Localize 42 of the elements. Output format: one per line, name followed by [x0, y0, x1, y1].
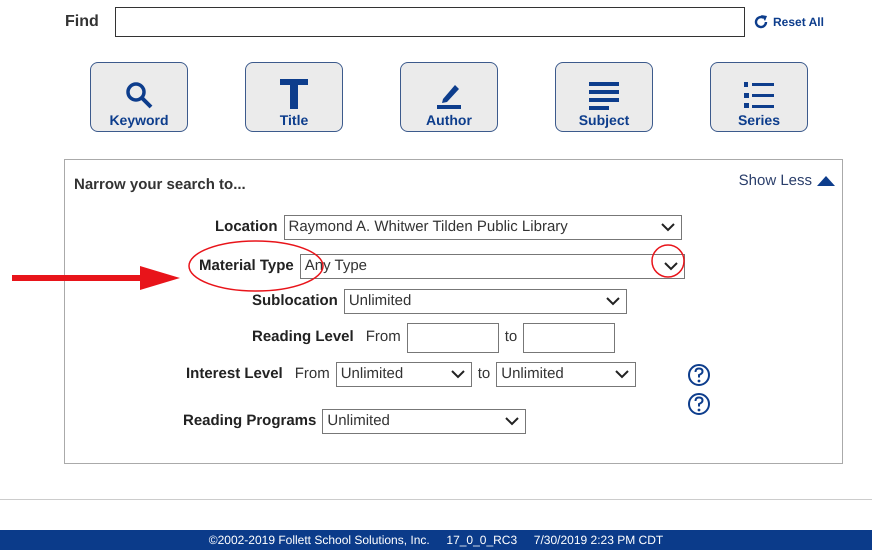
panel-title: Narrow your search to... — [74, 175, 246, 195]
field-label: Interest Level — [186, 364, 283, 384]
help-icon[interactable] — [687, 362, 711, 386]
search-field[interactable] — [115, 7, 745, 37]
dropdown[interactable]: Unlimited — [336, 362, 472, 386]
chevron-down-icon — [664, 261, 678, 271]
dropdown[interactable]: Unlimited — [496, 362, 636, 386]
field-label: Reading Programs — [183, 410, 316, 431]
chevron-down-icon — [615, 369, 630, 379]
chevron-down-icon — [606, 296, 620, 306]
field-label: to — [504, 327, 518, 348]
search-type-button[interactable]: Title — [245, 62, 343, 132]
field-label: Location — [215, 216, 278, 237]
field-label: From — [294, 364, 330, 384]
dropdown[interactable]: Unlimited — [344, 288, 627, 314]
input-field[interactable] — [406, 322, 499, 352]
search-type-button[interactable]: Keyword — [90, 62, 188, 132]
chevron-down-icon — [660, 222, 674, 232]
field-label: Reading Level — [252, 327, 354, 348]
field-label: to — [478, 364, 490, 384]
field-label: From — [366, 327, 401, 348]
dropdown[interactable]: Unlimited — [322, 408, 526, 434]
letter-t-icon — [279, 78, 309, 110]
help-icon[interactable] — [687, 392, 711, 416]
search-type-button[interactable]: Subject — [555, 62, 653, 132]
chevron-down-icon — [450, 369, 465, 379]
search-icon — [124, 80, 154, 110]
field-label: Material Type — [199, 256, 294, 276]
dropdown[interactable]: Raymond A. Whitwer Tilden Public Library — [284, 214, 682, 240]
search-type-button[interactable]: Author — [400, 62, 498, 132]
footer-text: ©2002-2019 Follett School Solutions, Inc. 17_0_0_RC3 7/30/2019 2:23 PM CDT — [208, 532, 664, 549]
refresh-icon — [753, 14, 769, 30]
show-less-link[interactable]: Show Less — [738, 166, 836, 196]
input-field[interactable] — [523, 322, 616, 352]
numbered-list-icon — [743, 80, 775, 110]
chevron-down-icon — [505, 416, 520, 426]
field-label: Sublocation — [252, 290, 338, 311]
find-label: Find — [65, 12, 100, 32]
search-type-button[interactable]: Series — [710, 62, 808, 132]
text-lines-icon — [588, 80, 620, 110]
annotation-circle — [650, 243, 686, 279]
reset-all-button[interactable]: Reset All — [753, 13, 824, 31]
